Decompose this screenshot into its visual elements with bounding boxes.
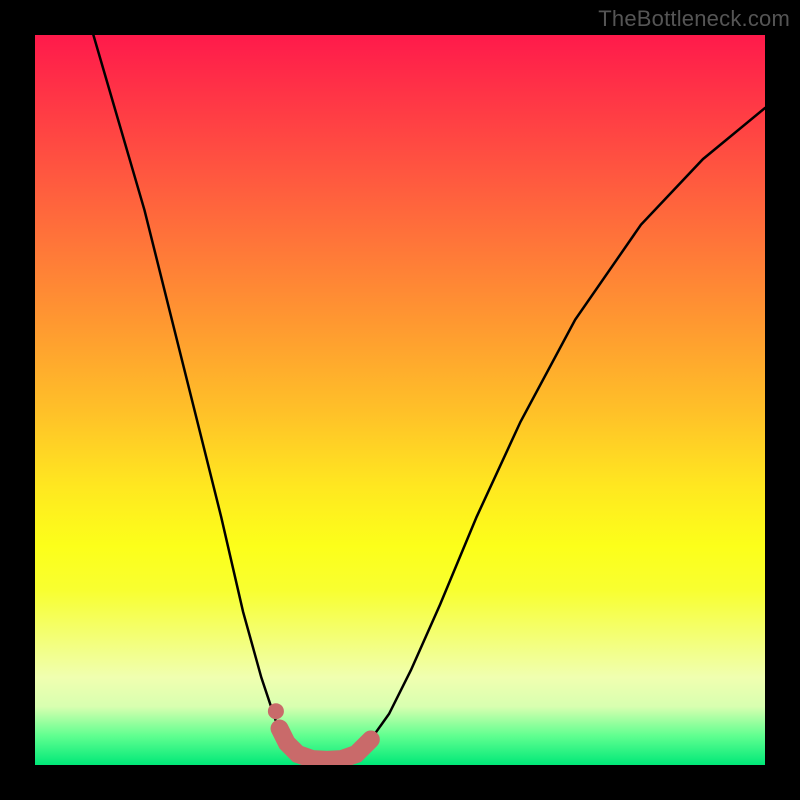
highlight-dot-icon <box>268 703 284 719</box>
watermark-text: TheBottleneck.com <box>598 6 790 32</box>
optimal-range-highlight <box>280 729 371 760</box>
bottleneck-curve <box>93 35 765 760</box>
curve-svg <box>35 35 765 765</box>
chart-frame: TheBottleneck.com <box>0 0 800 800</box>
plot-area <box>35 35 765 765</box>
